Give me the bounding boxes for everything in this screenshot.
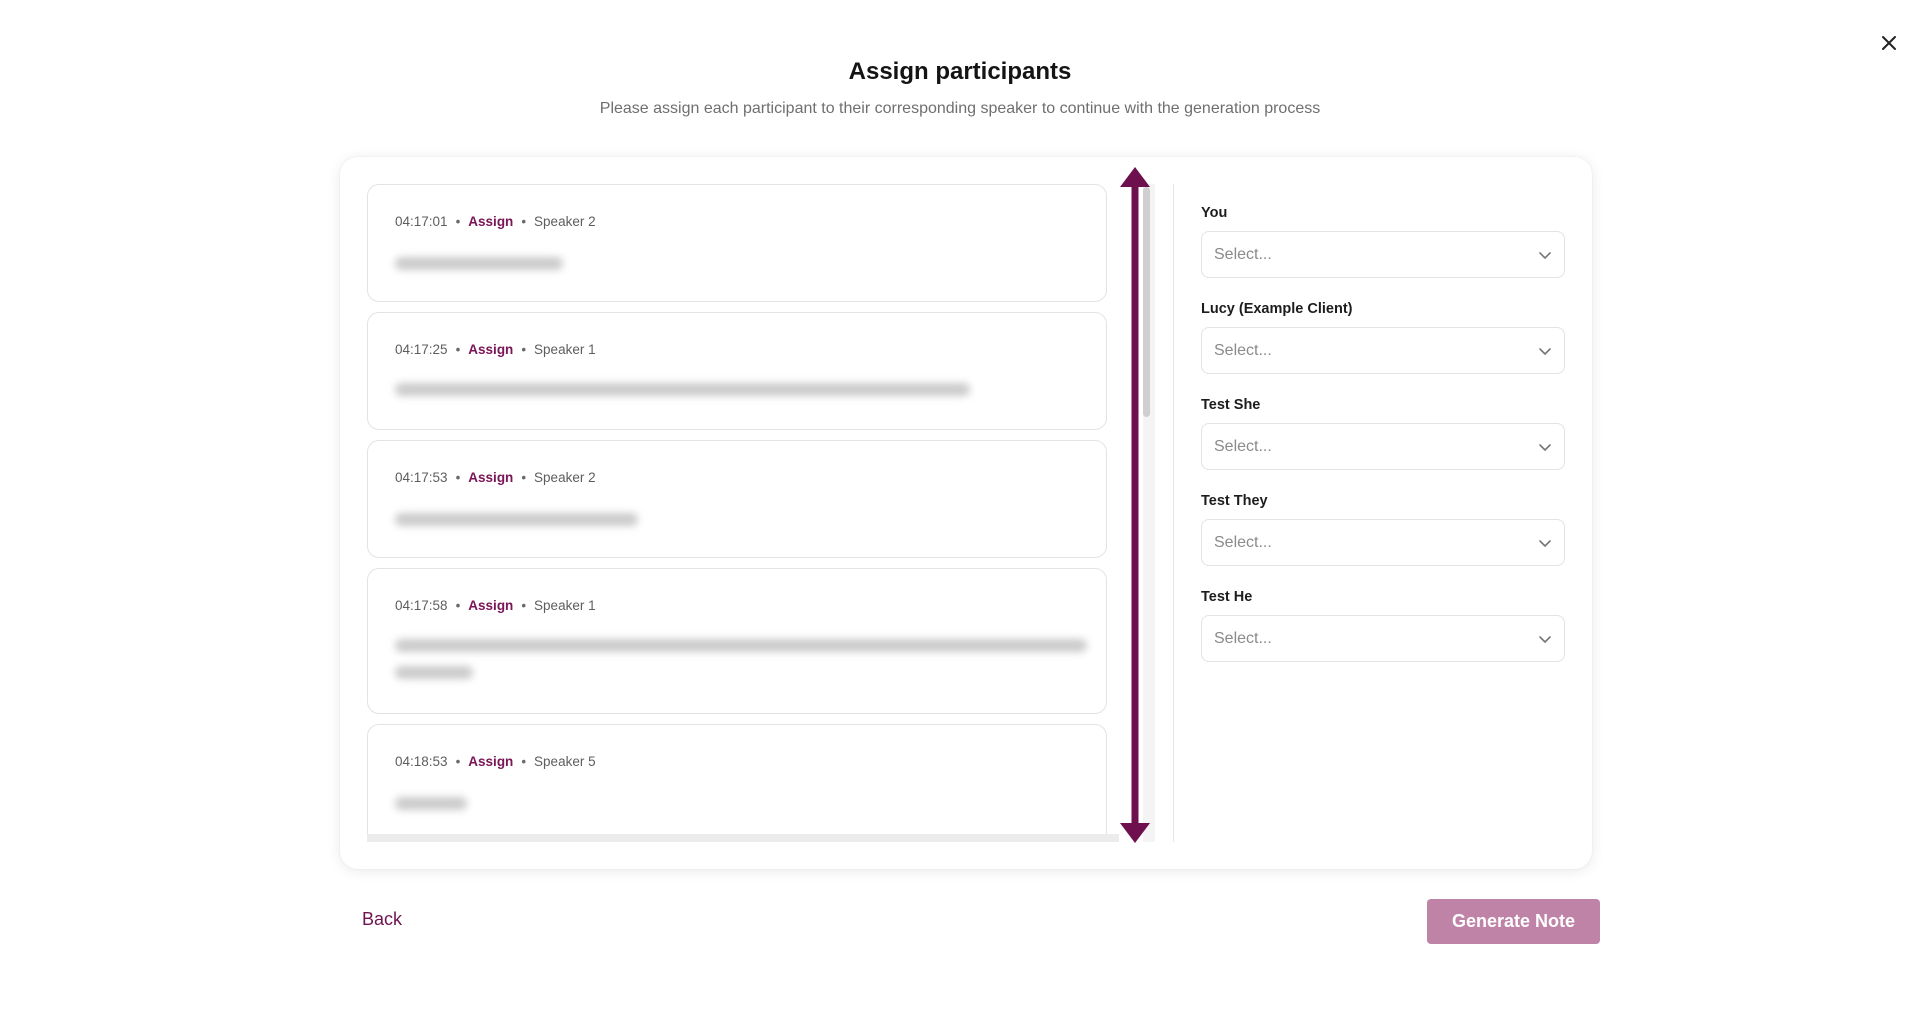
chevron-down-icon: [1539, 635, 1551, 643]
chevron-down-icon: [1539, 251, 1551, 259]
transcript-segment: 04:17:25 • Assign • Speaker 1: [367, 312, 1107, 430]
blurred-transcript-text: [395, 513, 638, 526]
segment-speaker: Speaker 2: [534, 470, 596, 485]
segment-speaker: Speaker 1: [534, 598, 596, 613]
participant-row: Test They Select...: [1201, 491, 1567, 587]
separator-dot: •: [521, 214, 527, 229]
segment-meta: 04:17:25 • Assign • Speaker 1: [395, 342, 596, 357]
blurred-transcript-text: [395, 666, 473, 679]
segment-time: 04:17:01: [395, 214, 448, 229]
segment-meta: 04:17:53 • Assign • Speaker 2: [395, 470, 596, 485]
select-placeholder: Select...: [1214, 341, 1272, 359]
segment-speaker: Speaker 2: [534, 214, 596, 229]
modal-header: Assign participants Please assign each p…: [0, 56, 1920, 120]
segment-time: 04:17:53: [395, 470, 448, 485]
separator-dot: •: [455, 342, 461, 357]
participant-row: Test She Select...: [1201, 395, 1567, 491]
select-placeholder: Select...: [1214, 533, 1272, 551]
assign-link[interactable]: Assign: [468, 598, 513, 613]
select-placeholder: Select...: [1214, 437, 1272, 455]
participant-label: You: [1201, 205, 1228, 221]
separator-dot: •: [521, 754, 527, 769]
select-placeholder: Select...: [1214, 245, 1272, 263]
assign-link[interactable]: Assign: [468, 214, 513, 229]
separator-dot: •: [521, 470, 527, 485]
close-button[interactable]: [1874, 28, 1904, 58]
speaker-select[interactable]: Select...: [1201, 231, 1565, 278]
chevron-down-icon: [1539, 347, 1551, 355]
blurred-transcript-text: [395, 257, 563, 270]
participant-label: Test He: [1201, 589, 1253, 605]
assign-card: 04:17:01 • Assign • Speaker 2 04:17:25 •…: [340, 157, 1592, 869]
chevron-down-icon: [1539, 539, 1551, 547]
assign-link[interactable]: Assign: [468, 342, 513, 357]
separator-dot: •: [455, 214, 461, 229]
transcript-segment: 04:17:01 • Assign • Speaker 2: [367, 184, 1107, 302]
participant-label: Test She: [1201, 397, 1261, 413]
panel-divider: [1173, 184, 1174, 842]
separator-dot: •: [455, 754, 461, 769]
segment-time: 04:18:53: [395, 754, 448, 769]
transcript-list[interactable]: 04:17:01 • Assign • Speaker 2 04:17:25 •…: [367, 184, 1119, 842]
assign-link[interactable]: Assign: [468, 470, 513, 485]
speaker-select[interactable]: Select...: [1201, 519, 1565, 566]
participant-row: You Select...: [1201, 203, 1567, 299]
select-placeholder: Select...: [1214, 629, 1272, 647]
participant-list: You Select... Lucy (Example Client) Sele…: [1201, 203, 1567, 683]
generate-note-button[interactable]: Generate Note: [1427, 899, 1600, 944]
double-arrow-icon: [1120, 167, 1150, 843]
transcript-segment: 04:17:53 • Assign • Speaker 2: [367, 440, 1107, 558]
separator-dot: •: [521, 598, 527, 613]
modal-subtitle: Please assign each participant to their …: [599, 100, 1321, 117]
transcript-segment: 04:18:53 • Assign • Speaker 5: [367, 724, 1107, 842]
segment-speaker: Speaker 1: [534, 342, 596, 357]
blurred-transcript-text: [395, 639, 1087, 652]
segment-time: 04:17:25: [395, 342, 448, 357]
close-icon: [1882, 36, 1896, 50]
participant-label: Test They: [1201, 493, 1268, 509]
segment-time: 04:17:58: [395, 598, 448, 613]
assign-link[interactable]: Assign: [468, 754, 513, 769]
participant-label: Lucy (Example Client): [1201, 301, 1353, 317]
speaker-select[interactable]: Select...: [1201, 423, 1565, 470]
blurred-transcript-text: [395, 797, 467, 810]
segment-meta: 04:18:53 • Assign • Speaker 5: [395, 754, 596, 769]
speaker-select[interactable]: Select...: [1201, 615, 1565, 662]
segment-speaker: Speaker 5: [534, 754, 596, 769]
chevron-down-icon: [1539, 443, 1551, 451]
separator-dot: •: [455, 470, 461, 485]
separator-dot: •: [455, 598, 461, 613]
back-button[interactable]: Back: [362, 907, 402, 931]
modal-title: Assign participants: [848, 58, 1072, 85]
blurred-transcript-text: [395, 383, 970, 396]
participant-row: Lucy (Example Client) Select...: [1201, 299, 1567, 395]
participant-row: Test He Select...: [1201, 587, 1567, 683]
separator-dot: •: [521, 342, 527, 357]
speaker-select[interactable]: Select...: [1201, 327, 1565, 374]
segment-meta: 04:17:58 • Assign • Speaker 1: [395, 598, 596, 613]
transcript-segment: 04:17:58 • Assign • Speaker 1: [367, 568, 1107, 714]
horizontal-scrollbar[interactable]: [367, 834, 1119, 842]
segment-meta: 04:17:01 • Assign • Speaker 2: [395, 214, 596, 229]
